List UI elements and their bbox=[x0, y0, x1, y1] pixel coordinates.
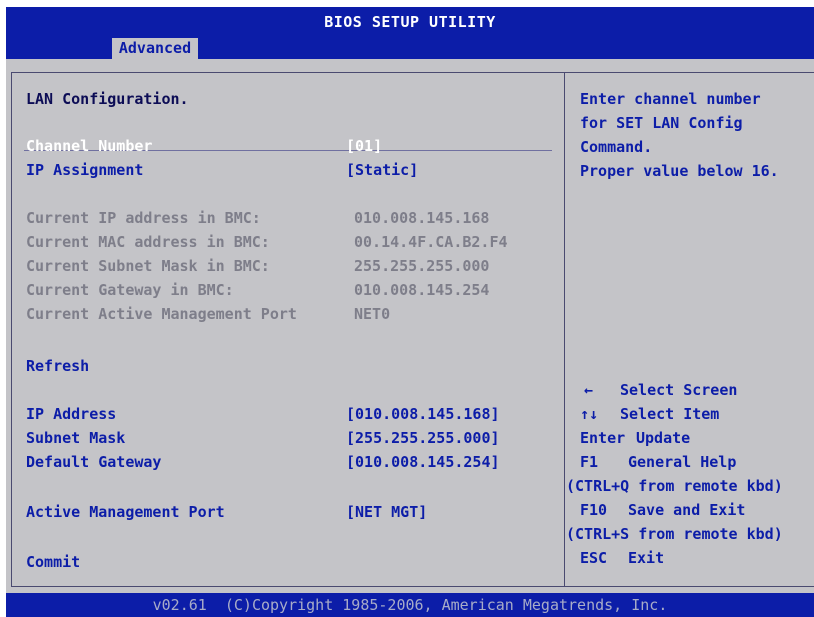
key-help-key: F10 bbox=[580, 501, 608, 519]
main-panel: LAN Configuration. Channel Number [01] I… bbox=[6, 59, 814, 593]
ip-assignment-label[interactable]: IP Assignment bbox=[26, 161, 143, 179]
bmc-gateway-label: Current Gateway in BMC: bbox=[26, 281, 234, 299]
channel-number-value[interactable]: [01] bbox=[346, 137, 382, 155]
help-line: Proper value below 16. bbox=[580, 162, 779, 180]
key-help-action: Save and Exit bbox=[628, 501, 746, 519]
bmc-subnet-value: 255.255.255.000 bbox=[354, 257, 490, 275]
bmc-mac-label: Current MAC address in BMC: bbox=[26, 233, 270, 251]
ip-address-label[interactable]: IP Address bbox=[26, 405, 116, 423]
bmc-mgmt-port-value: NET0 bbox=[354, 305, 391, 323]
key-help-action: Select Screen bbox=[620, 381, 738, 399]
key-help-note: (CTRL+Q from remote kbd) bbox=[566, 477, 783, 495]
subnet-mask-label[interactable]: Subnet Mask bbox=[26, 429, 125, 447]
title-bar: BIOS SETUP UTILITY Advanced bbox=[6, 7, 814, 59]
copyright-text: v02.61 (C)Copyright 1985-2006, American … bbox=[152, 596, 668, 614]
key-help-action: Update bbox=[636, 429, 691, 447]
channel-number-label[interactable]: Channel Number bbox=[26, 137, 152, 155]
bmc-mgmt-port-label: Current Active Management Port bbox=[26, 305, 297, 323]
tab-advanced[interactable]: Advanced bbox=[112, 38, 198, 59]
section-title: LAN Configuration. bbox=[26, 90, 189, 108]
key-help-action: General Help bbox=[628, 453, 737, 471]
ip-address-value[interactable]: [010.008.145.168] bbox=[346, 405, 500, 423]
help-line: Enter channel number bbox=[580, 90, 761, 108]
bios-title: BIOS SETUP UTILITY bbox=[324, 13, 496, 31]
refresh-item[interactable]: Refresh bbox=[26, 357, 89, 375]
key-help-action: Select Item bbox=[620, 405, 720, 423]
left-arrow-icon: ← bbox=[584, 381, 594, 399]
key-help-key: ESC bbox=[580, 549, 608, 567]
key-help-action: Exit bbox=[628, 549, 665, 567]
ip-assignment-value[interactable]: [Static] bbox=[346, 161, 418, 179]
bmc-mac-value: 00.14.4F.CA.B2.F4 bbox=[354, 233, 508, 251]
active-mgmt-port-value[interactable]: [NET MGT] bbox=[346, 503, 427, 521]
bmc-ip-label: Current IP address in BMC: bbox=[26, 209, 261, 227]
bmc-gateway-value: 010.008.145.254 bbox=[354, 281, 490, 299]
bmc-ip-value: 010.008.145.168 bbox=[354, 209, 490, 227]
commit-item[interactable]: Commit bbox=[26, 553, 80, 571]
footer-bar: v02.61 (C)Copyright 1985-2006, American … bbox=[6, 593, 814, 617]
help-line: Command. bbox=[580, 138, 653, 156]
up-down-arrows-icon: ↑↓ bbox=[580, 405, 599, 423]
key-help-note: (CTRL+S from remote kbd) bbox=[566, 525, 783, 543]
default-gateway-label[interactable]: Default Gateway bbox=[26, 453, 161, 471]
bmc-subnet-label: Current Subnet Mask in BMC: bbox=[26, 257, 270, 275]
help-line: for SET LAN Config bbox=[580, 114, 743, 132]
key-help-key: F1 bbox=[580, 453, 599, 471]
key-help-key: Enter bbox=[580, 429, 626, 447]
active-mgmt-port-label[interactable]: Active Management Port bbox=[26, 503, 225, 521]
default-gateway-value[interactable]: [010.008.145.254] bbox=[346, 453, 500, 471]
subnet-mask-value[interactable]: [255.255.255.000] bbox=[346, 429, 500, 447]
